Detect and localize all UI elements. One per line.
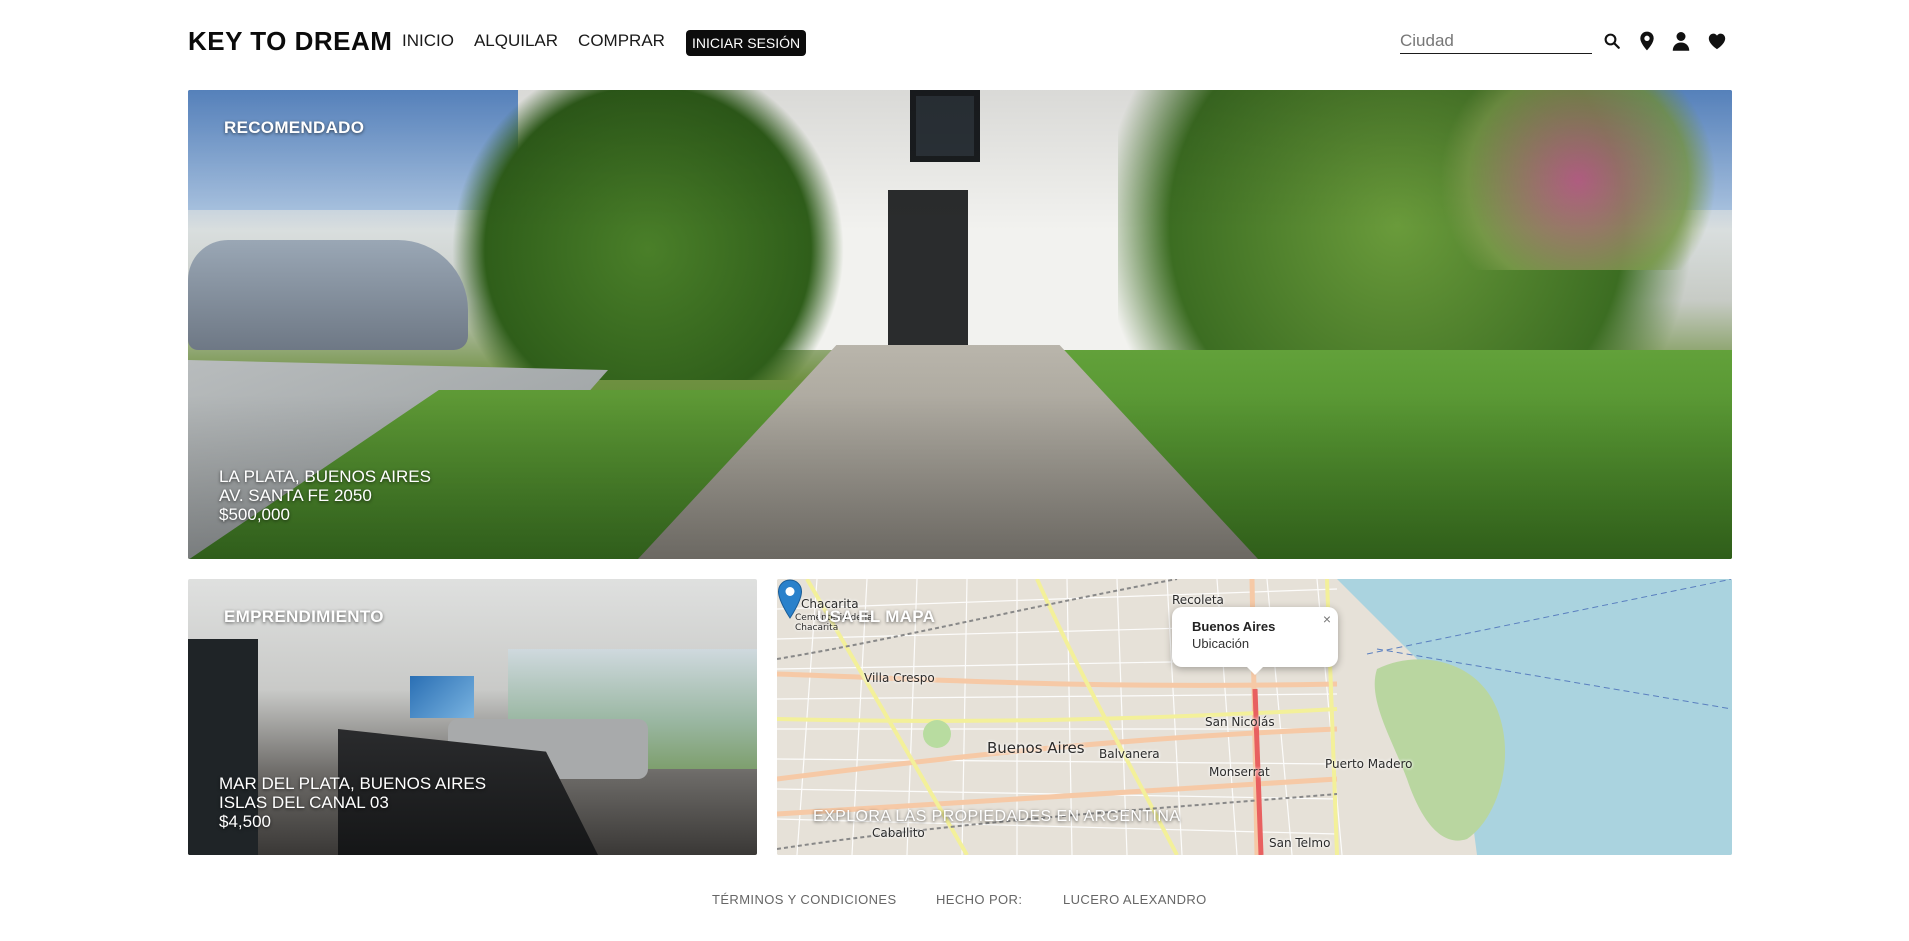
recommended-tag: RECOMENDADO bbox=[224, 118, 365, 137]
search-field bbox=[1400, 28, 1592, 54]
nav-link-comprar[interactable]: COMPRAR bbox=[578, 31, 665, 51]
location-pin-icon[interactable] bbox=[1636, 30, 1658, 52]
main-nav: INICIO ALQUILAR COMPRAR bbox=[402, 31, 665, 51]
property-info: MAR DEL PLATA, BUENOS AIRES ISLAS DEL CA… bbox=[219, 774, 486, 831]
map-card[interactable]: Chacarita Cementerio de la Chacarita Rec… bbox=[777, 579, 1732, 855]
popup-title: Buenos Aires bbox=[1192, 619, 1276, 634]
brand-logo[interactable]: KEY TO DREAM bbox=[188, 26, 392, 57]
terms-link[interactable]: TÉRMINOS Y CONDICIONES bbox=[712, 892, 897, 907]
property-address: ISLAS DEL CANAL 03 bbox=[219, 793, 389, 812]
property-info: LA PLATA, BUENOS AIRES AV. SANTA FE 2050… bbox=[219, 467, 431, 524]
made-by-label: HECHO POR: bbox=[936, 892, 1023, 907]
interior-image-tv bbox=[410, 676, 474, 718]
city-search-input[interactable] bbox=[1400, 28, 1592, 53]
property-location: LA PLATA, BUENOS AIRES bbox=[219, 467, 431, 486]
close-icon[interactable]: × bbox=[1323, 611, 1331, 627]
map-caption: EXPLORA LAS PROPIEDADES EN ARGENTINA bbox=[813, 808, 1181, 825]
map-label-villa-crespo: Villa Crespo bbox=[864, 671, 935, 685]
map-tag: USA EL MAPA bbox=[817, 607, 936, 626]
map-label-san-nicolas: San Nicolás bbox=[1205, 715, 1275, 729]
nav-link-inicio[interactable]: INICIO bbox=[402, 31, 454, 51]
property-price: $4,500 bbox=[219, 812, 271, 831]
development-tag: EMPRENDIMIENTO bbox=[224, 607, 384, 626]
user-icon[interactable] bbox=[1670, 30, 1692, 52]
heart-icon[interactable] bbox=[1706, 30, 1728, 52]
recommended-property-card[interactable]: RECOMENDADO LA PLATA, BUENOS AIRES AV. S… bbox=[188, 90, 1732, 559]
map-label-balvanera: Balvanera bbox=[1099, 747, 1160, 761]
site-footer: TÉRMINOS Y CONDICIONES HECHO POR: LUCERO… bbox=[0, 892, 1909, 916]
map-label-recoleta: Recoleta bbox=[1172, 593, 1224, 607]
map-marker-icon[interactable] bbox=[777, 579, 803, 619]
map-popup: Buenos Aires Ubicación × bbox=[1172, 607, 1338, 675]
popup-subtitle: Ubicación bbox=[1192, 636, 1250, 651]
development-property-card[interactable]: EMPRENDIMIENTO MAR DEL PLATA, BUENOS AIR… bbox=[188, 579, 757, 855]
map-label-puerto-madero: Puerto Madero bbox=[1325, 757, 1413, 771]
map-label-monserrat: Monserrat bbox=[1209, 765, 1270, 779]
nav-link-alquilar[interactable]: ALQUILAR bbox=[474, 31, 558, 51]
map-label-buenos-aires: Buenos Aires bbox=[987, 739, 1085, 757]
site-header: KEY TO DREAM INICIO ALQUILAR COMPRAR INI… bbox=[0, 0, 1909, 90]
property-location: MAR DEL PLATA, BUENOS AIRES bbox=[219, 774, 487, 793]
map-label-caballito: Caballito bbox=[872, 826, 925, 840]
search-icon[interactable] bbox=[1601, 30, 1623, 52]
login-button[interactable]: INICIAR SESIÓN bbox=[686, 30, 807, 56]
map-label-san-telmo: San Telmo bbox=[1269, 836, 1331, 850]
author-link[interactable]: LUCERO ALEXANDRO bbox=[1063, 892, 1207, 907]
property-address: AV. SANTA FE 2050 bbox=[219, 486, 372, 505]
property-price: $500,000 bbox=[219, 505, 290, 524]
